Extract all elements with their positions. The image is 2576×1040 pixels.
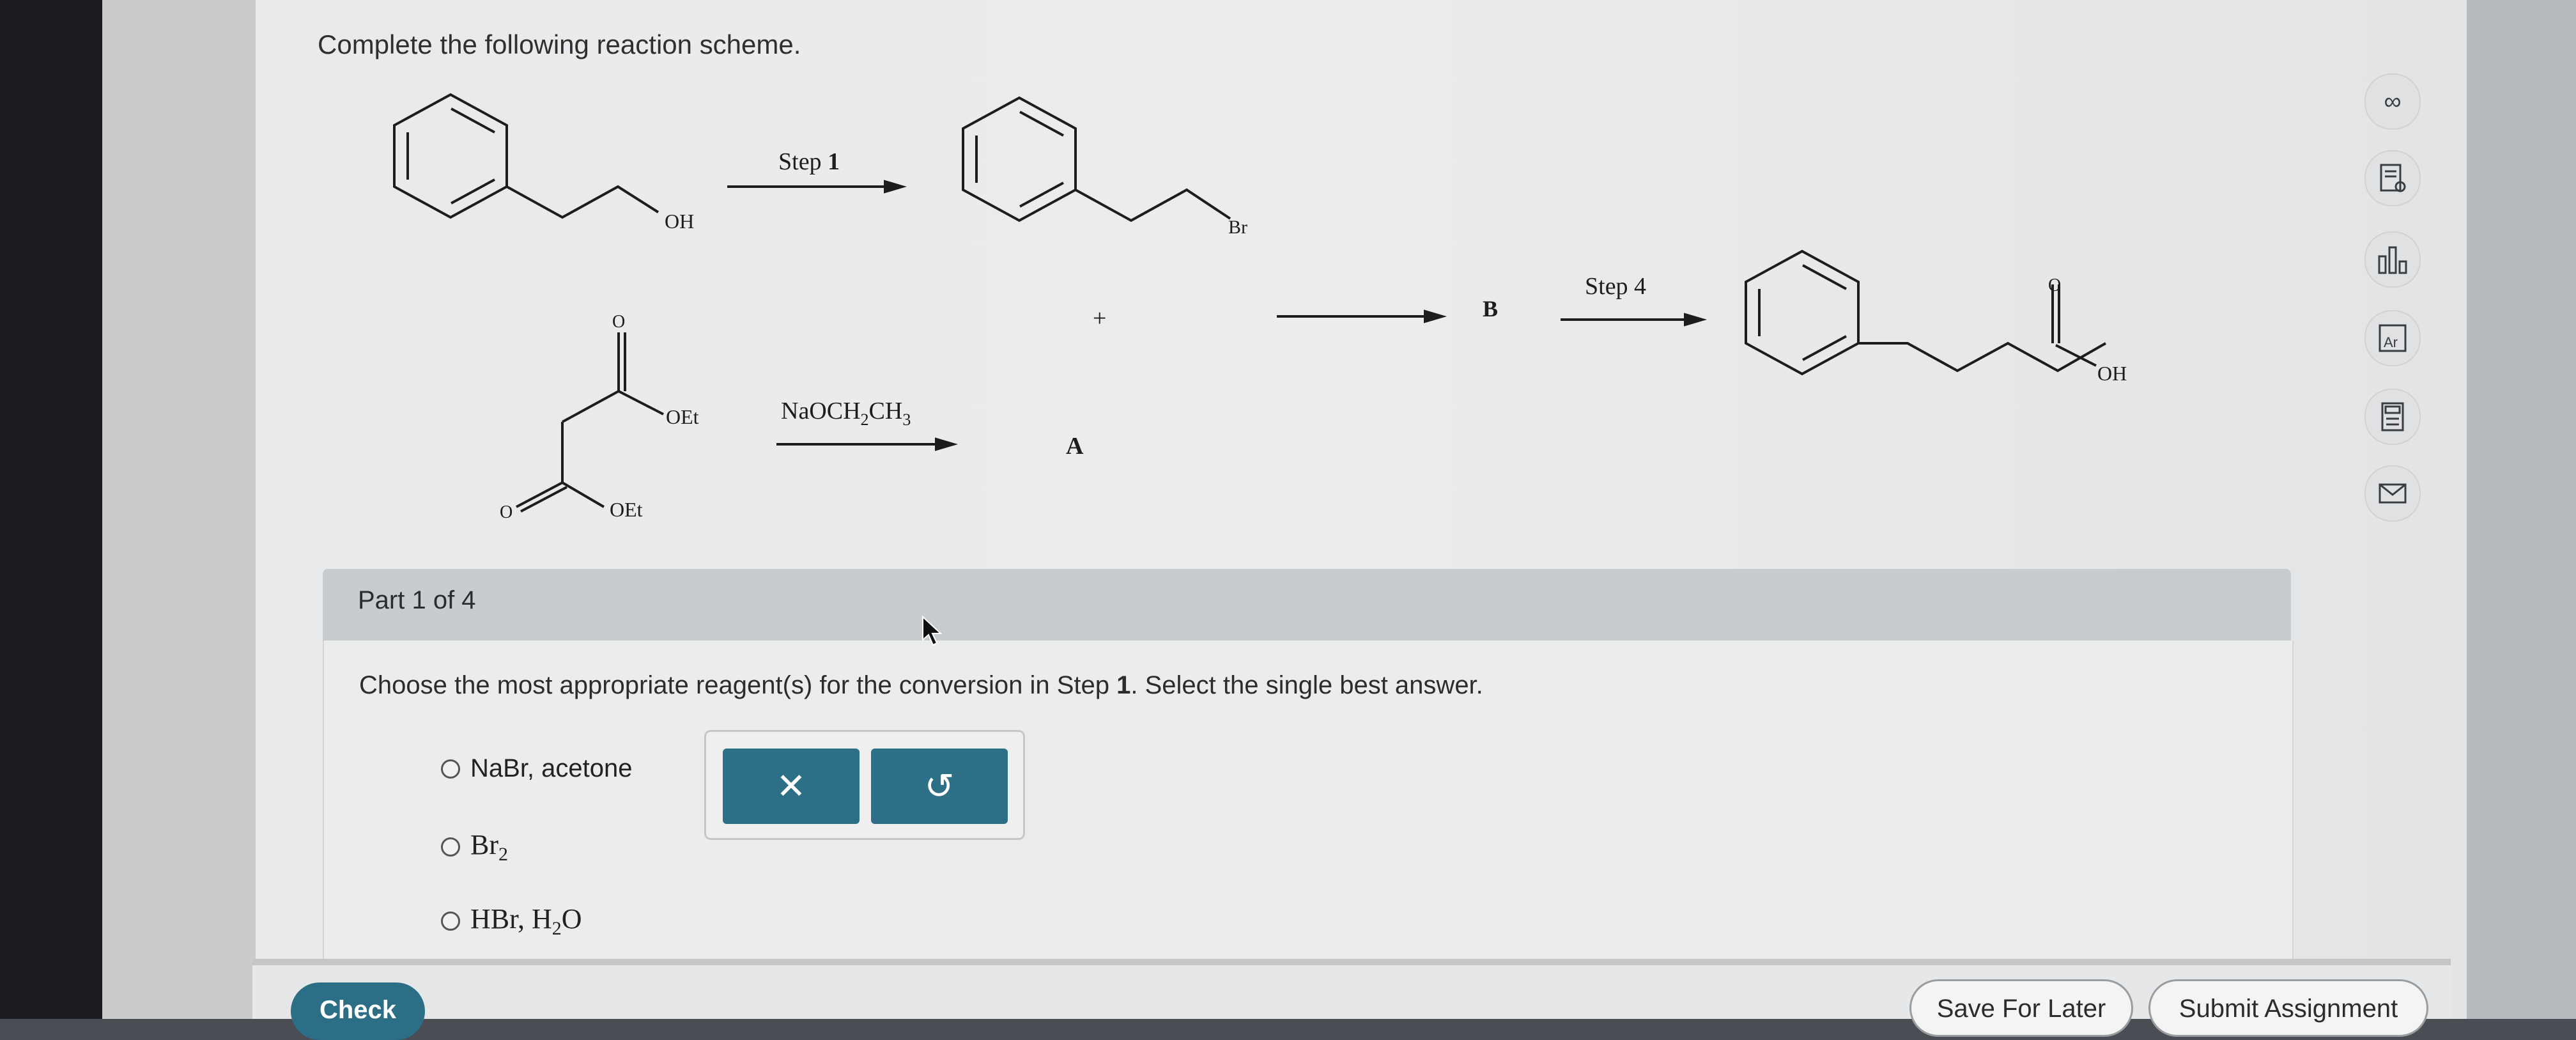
radio-hbr-h2o[interactable] [441, 911, 460, 931]
check-button[interactable]: Check [291, 982, 425, 1040]
save-for-later-button[interactable]: Save For Later [1909, 979, 2133, 1037]
chart-icon[interactable] [2364, 231, 2421, 288]
benzene-ring-final [1745, 249, 1860, 376]
glasses-icon[interactable]: ∞ [2364, 74, 2421, 130]
br-label: Br [1228, 217, 1247, 238]
part-header [323, 569, 2291, 640]
clear-button[interactable]: ✕ [723, 749, 860, 824]
notes-icon[interactable] [2364, 150, 2421, 206]
periodic-table-icon[interactable]: Ar [2364, 310, 2421, 366]
option-br2[interactable]: Br2 [441, 828, 508, 865]
reagent-naoet: NaOCH2CH3 [781, 398, 911, 429]
mail-icon[interactable] [2364, 465, 2421, 522]
calculator-icon[interactable] [2364, 389, 2421, 445]
reaction-scheme: OH Step 1 Br O OEt O OEt NaOCH2CH3 A + B… [393, 93, 2127, 522]
step4-label: Step 4 [1585, 273, 1646, 300]
o-label-acid: O [2048, 276, 2061, 295]
undo-button[interactable]: ↺ [871, 749, 1008, 824]
submit-assignment-button[interactable]: Submit Assignment [2148, 979, 2428, 1037]
oet-label-top: OEt [666, 405, 699, 428]
chain-start [506, 185, 659, 219]
plus-sign: + [1093, 305, 1106, 332]
radio-br2[interactable] [441, 837, 460, 857]
mouse-cursor-icon [922, 616, 943, 646]
benzene-ring-start [393, 93, 508, 219]
oh-label-start: OH [665, 210, 694, 233]
diethyl-malonate [516, 332, 664, 513]
o-label-top: O [612, 312, 625, 332]
product-b-label: B [1483, 296, 1498, 322]
chain-final [1858, 341, 2106, 373]
step1-label: Step 1 [778, 148, 840, 175]
option-nabr-acetone[interactable]: NaBr, acetone [441, 754, 633, 783]
part-label: Part 1 of 4 [358, 586, 476, 614]
option-hbr-h2o[interactable]: HBr, H2O [441, 903, 582, 940]
benzene-ring-bromide [962, 96, 1077, 222]
oet-label-bottom: OEt [610, 498, 643, 521]
svg-text:Ar: Ar [2384, 334, 2398, 350]
footer-divider [252, 959, 2451, 965]
part-question: Choose the most appropriate reagent(s) f… [359, 671, 1483, 699]
o-label-bottom: O [500, 502, 513, 522]
radio-nabr-acetone[interactable] [441, 759, 460, 779]
answer-tools: ✕ ↺ [704, 730, 1025, 840]
product-a-label: A [1066, 433, 1084, 460]
oh-label-acid: OH [2097, 362, 2127, 385]
chain-bromide [1075, 188, 1231, 222]
